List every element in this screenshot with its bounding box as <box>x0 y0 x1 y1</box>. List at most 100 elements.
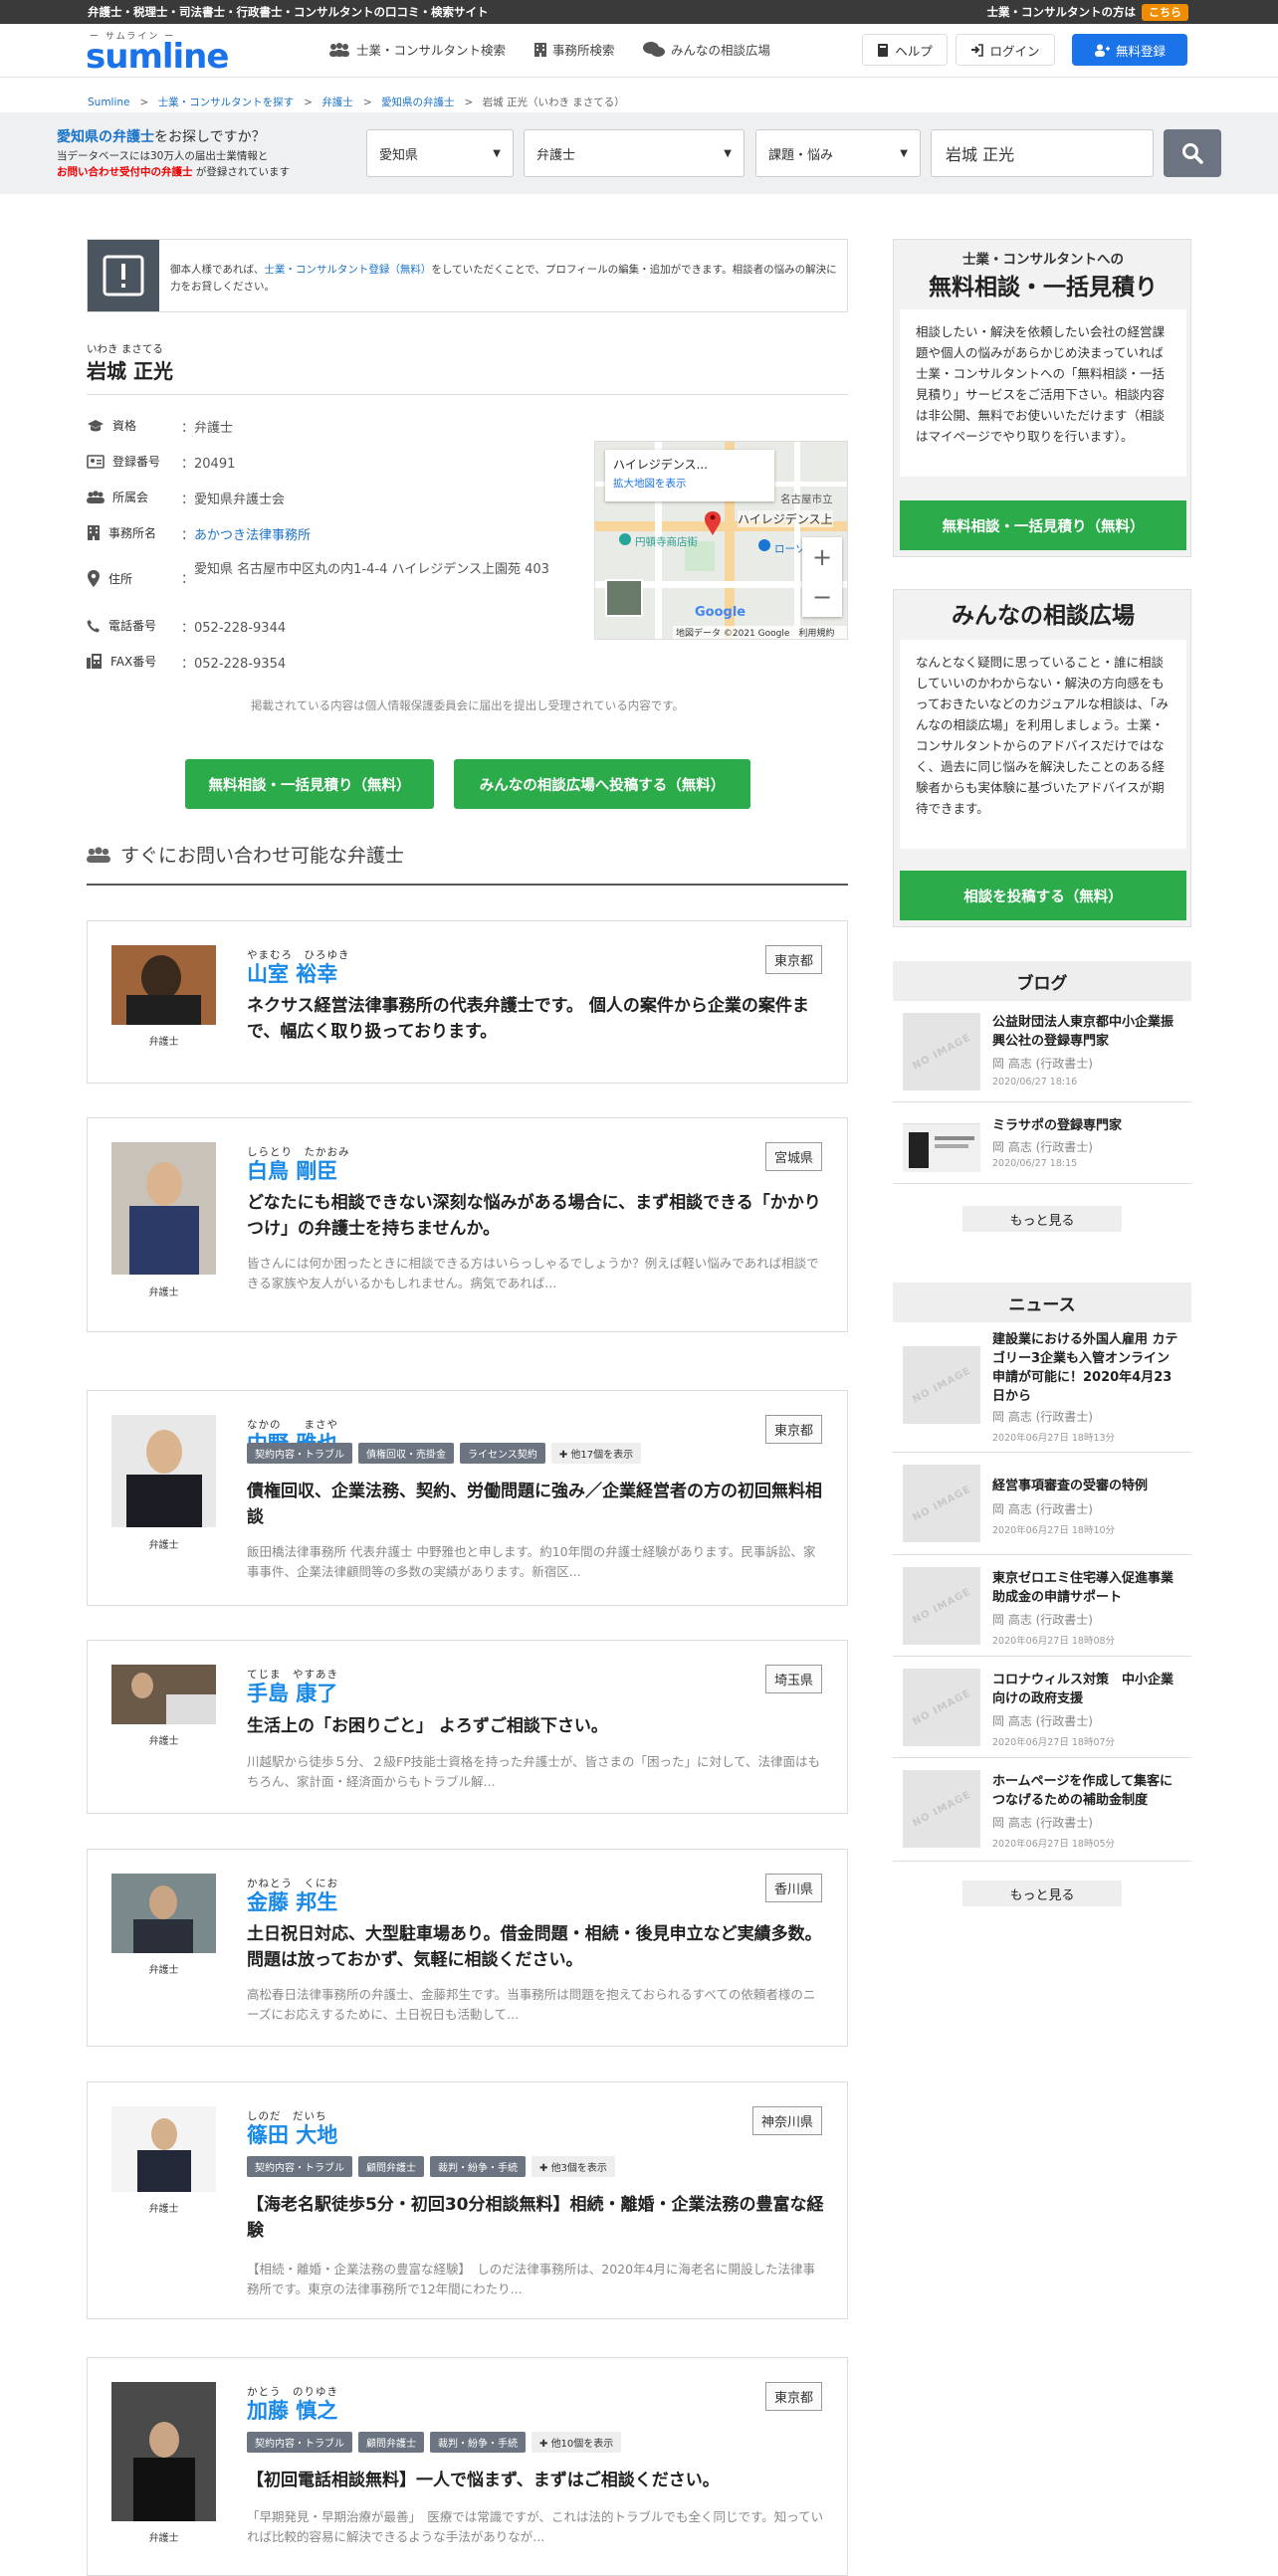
lawyer-headline[interactable]: どなたにも相談できない深刻な悩みがある場合に、まず相談できる「かかりつけ」の弁護… <box>247 1190 824 1242</box>
lawyer-card[interactable]: 弁護士 なかの まさや 中野 雅也 東京都 契約内容・トラブル 債権回収・売掛金… <box>87 1390 848 1606</box>
news-title[interactable]: ホームページを作成して集客につなげるための補助金制度 <box>992 1772 1181 1810</box>
tag[interactable]: ライセンス契約 <box>460 1443 545 1464</box>
no-image-text: NO IMAGE <box>910 1686 973 1728</box>
news-title[interactable]: 経営事項審査の受審の特例 <box>992 1477 1181 1495</box>
no-image-thumbnail: NO IMAGE <box>903 1013 980 1090</box>
news-more-button[interactable]: もっと見る <box>962 1881 1122 1906</box>
breadcrumb: Sumline > 士業・コンサルタントを探す > 弁護士 > 愛知県の弁護士 > 岩城… <box>88 97 625 108</box>
breadcrumb-lawyer[interactable]: 弁護士 <box>321 97 353 108</box>
lawyer-headline[interactable]: 【初回電話相談無料】一人で悩まず、まずはご相談ください。 <box>247 2468 824 2493</box>
search-icon <box>1182 143 1203 164</box>
news-title[interactable]: 東京ゼロエミ住宅導入促進事業 助成金の申請サポート <box>992 1569 1186 1607</box>
lawyer-description: 「早期発見・早期治療が最善」 医療では常識ですが、これは法的トラブルでも全く同じ… <box>247 2509 824 2544</box>
search-question-link[interactable]: 愛知県の弁護士 <box>57 129 154 145</box>
register-button[interactable]: 無料登録 <box>1072 34 1187 66</box>
lawyer-role: 弁護士 <box>148 1736 179 1747</box>
news-item[interactable]: NO IMAGE 経営事項審査の受審の特例 岡 高志 (行政書士) 2020年0… <box>893 1453 1191 1555</box>
zoom-in-button[interactable]: + <box>802 537 842 577</box>
tag[interactable]: 顧問弁護士 <box>358 2156 424 2177</box>
lawyer-headline[interactable]: 【海老名駅徒歩5分・初回30分相談無料】相続・離婚・企業法務の豊富な経験 <box>247 2192 824 2244</box>
free-consult-button[interactable]: 無料相談・一括見積り（無料） <box>185 759 434 809</box>
sidebar-post-button[interactable]: 相談を投稿する（無料） <box>900 871 1186 920</box>
site-logo[interactable]: ー サムライン ー sumline <box>86 29 229 74</box>
row-association: 所属会 ：愛知県弁護士会 <box>87 489 285 507</box>
lawyer-name[interactable]: 白鳥 剛臣 <box>247 1155 337 1185</box>
lawyer-card[interactable]: 弁護士 かとう のりゆき 加藤 慎之 東京都 契約内容・トラブル 顧問弁護士 裁… <box>87 2357 848 2576</box>
news-item[interactable]: NO IMAGE 建設業における外国人雇用 カテゴリー3企業も入管オンライン申請… <box>893 1322 1191 1453</box>
lawyer-photo <box>111 2106 216 2192</box>
tag[interactable]: 債権回収・売掛金 <box>358 1443 454 1464</box>
graduation-cap-icon <box>88 419 104 431</box>
no-image-thumbnail: NO IMAGE <box>903 1465 980 1542</box>
lawyer-headline[interactable]: 土日祝日対応、大型駐車場あり。借金問題・相続・後見申立など実績多数。 問題は放っ… <box>247 1921 824 1973</box>
nav-consult-square[interactable]: みんなの相談広場 <box>643 40 770 59</box>
blog-title[interactable]: 公益財団法人東京都中小企業振興公社の登録専門家 <box>992 1013 1181 1051</box>
office-link[interactable]: あかつき法律事務所 <box>194 528 311 543</box>
id-card-icon <box>87 454 105 469</box>
lawyer-headline[interactable]: 生活上の「お困りごと」 よろずご相談下さい。 <box>247 1713 824 1739</box>
keyword-value: 岩城 正光 <box>946 145 1015 164</box>
notice-register-link[interactable]: 士業・コンサルタント登録（無料） <box>264 264 431 276</box>
prefecture-select[interactable]: 愛知県 ▼ <box>366 129 514 177</box>
lawyer-name[interactable]: 金藤 邦生 <box>247 1886 337 1916</box>
breadcrumb-aichi-lawyer[interactable]: 愛知県の弁護士 <box>381 97 455 108</box>
more-tags-button[interactable]: ✚ 他10個を表示 <box>532 2432 622 2453</box>
nav-consultant-search[interactable]: 士業・コンサルタント検索 <box>328 40 506 59</box>
lawyer-name[interactable]: 手島 康了 <box>247 1678 337 1707</box>
google-map[interactable]: ハイレジデンス... 拡大地図を表示 ハイレジデンス上 名古屋市立 円頓寺商店街… <box>594 441 848 640</box>
category-select[interactable]: 弁護士 ▼ <box>524 129 745 177</box>
lawyer-card[interactable]: 弁護士 しのだ だいち 篠田 大地 神奈川県 契約内容・トラブル 顧問弁護士 裁… <box>87 2081 848 2319</box>
news-title[interactable]: コロナウィルス対策 中小企業向けの政府支援 <box>992 1671 1181 1708</box>
breadcrumb-search[interactable]: 士業・コンサルタントを探す <box>158 97 295 108</box>
post-consult-button[interactable]: みんなの相談広場へ投稿する（無料） <box>454 759 750 809</box>
sidebar-free-consult-button[interactable]: 無料相談・一括見積り（無料） <box>900 500 1186 550</box>
blog-more-button[interactable]: もっと見る <box>962 1206 1122 1232</box>
lawyer-description: 【相続・離婚・企業法務の豊富な経験】 しのだ法律事務所は、2020年4月に海老名… <box>247 2262 816 2296</box>
breadcrumb-current: 岩城 正光（いわき まさてる） <box>482 97 625 108</box>
profile-name: 岩城 正光 <box>87 359 173 383</box>
zoom-out-button[interactable]: − <box>802 577 842 617</box>
nav-office-search[interactable]: 事務所検索 <box>534 40 615 59</box>
tag[interactable]: 裁判・紛争・手続 <box>430 2156 526 2177</box>
lawyer-name[interactable]: 加藤 慎之 <box>247 2395 337 2425</box>
breadcrumb-home[interactable]: Sumline <box>88 97 130 108</box>
news-item[interactable]: NO IMAGE コロナウィルス対策 中小企業向けの政府支援 岡 高志 (行政書… <box>893 1657 1191 1758</box>
lawyer-card[interactable]: 弁護士 やまむろ ひろゆき 山室 裕幸 東京都 ネクサス経営法律事務所の代表弁護… <box>87 920 848 1084</box>
help-button[interactable]: ヘルプ <box>862 34 948 66</box>
news-item[interactable]: NO IMAGE ホームページを作成して集客につなげるための補助金制度 岡 高志… <box>893 1758 1191 1862</box>
map-satellite-toggle[interactable] <box>605 579 643 617</box>
lawyer-headline[interactable]: 債権回収、企業法務、契約、労働問題に強み／企業経営者の方の初回無料相談 <box>247 1479 824 1530</box>
login-button[interactable]: ログイン <box>956 34 1055 66</box>
more-tags-button[interactable]: ✚ 他3個を表示 <box>532 2156 615 2177</box>
tag[interactable]: 契約内容・トラブル <box>247 2432 352 2453</box>
lawyer-name[interactable]: 山室 裕幸 <box>247 958 337 988</box>
map-zoom-control: + − <box>802 537 842 617</box>
search-button[interactable] <box>1164 129 1221 177</box>
row-address: 住所 ：愛知県 名古屋市中区丸の内1-4-4 ハイレジデンス上園苑 403 <box>87 560 579 590</box>
pro-link-button[interactable]: こちら <box>1142 4 1188 21</box>
news-author: 岡 高志 (行政書士) <box>992 1502 1093 1516</box>
lawyer-card[interactable]: 弁護士 しらとり たかおみ 白鳥 剛臣 宮城県 どなたにも相談できない深刻な悩み… <box>87 1117 848 1332</box>
tag[interactable]: 契約内容・トラブル <box>247 2156 352 2177</box>
blog-title[interactable]: ミラサポの登録専門家 <box>992 1116 1181 1135</box>
tag[interactable]: 契約内容・トラブル <box>247 1443 352 1464</box>
prefecture-badge: 神奈川県 <box>751 2106 822 2135</box>
fax-value: 052-228-9354 <box>194 657 287 672</box>
blog-heading: ブログ <box>893 961 1191 1001</box>
map-enlarge-link[interactable]: 拡大地図を表示 <box>613 476 766 491</box>
lawyer-name[interactable]: 篠田 大地 <box>247 2119 337 2149</box>
issue-select[interactable]: 課題・悩み ▼ <box>755 129 921 177</box>
tag[interactable]: 裁判・紛争・手続 <box>430 2432 526 2453</box>
blog-item[interactable]: ミラサポの登録専門家 岡 高志 (行政書士) 2020/06/27 18:15 <box>893 1102 1191 1184</box>
keyword-input[interactable]: 岩城 正光 <box>931 129 1154 177</box>
lawyer-card[interactable]: 弁護士 かねとう くにお 金藤 邦生 香川県 土日祝日対応、大型駐車場あり。借金… <box>87 1849 848 2047</box>
lawyer-card[interactable]: 弁護士 てじま やすあき 手島 康了 埼玉県 生活上の「お困りごと」 よろずご相… <box>87 1640 848 1814</box>
square-box-body: なんとなく疑問に思っていること・誰に相談していいのかわからない・解決の方向感をも… <box>900 640 1186 849</box>
blog-item[interactable]: NO IMAGE 公益財団法人東京都中小企業振興公社の登録専門家 岡 高志 (行… <box>893 1001 1191 1102</box>
more-tags-button[interactable]: ✚ 他17個を表示 <box>550 1443 642 1464</box>
lawyer-headline[interactable]: ネクサス経営法律事務所の代表弁護士です。 個人の案件から企業の案件まで、幅広く取… <box>247 993 824 1045</box>
news-author: 岡 高志 (行政書士) <box>992 1613 1093 1627</box>
tag[interactable]: 顧問弁護士 <box>358 2432 424 2453</box>
news-item[interactable]: NO IMAGE 東京ゼロエミ住宅導入促進事業 助成金の申請サポート 岡 高志 … <box>893 1555 1191 1657</box>
news-title[interactable]: 建設業における外国人雇用 カテゴリー3企業も入管オンライン申請が可能に！2020… <box>992 1330 1181 1406</box>
